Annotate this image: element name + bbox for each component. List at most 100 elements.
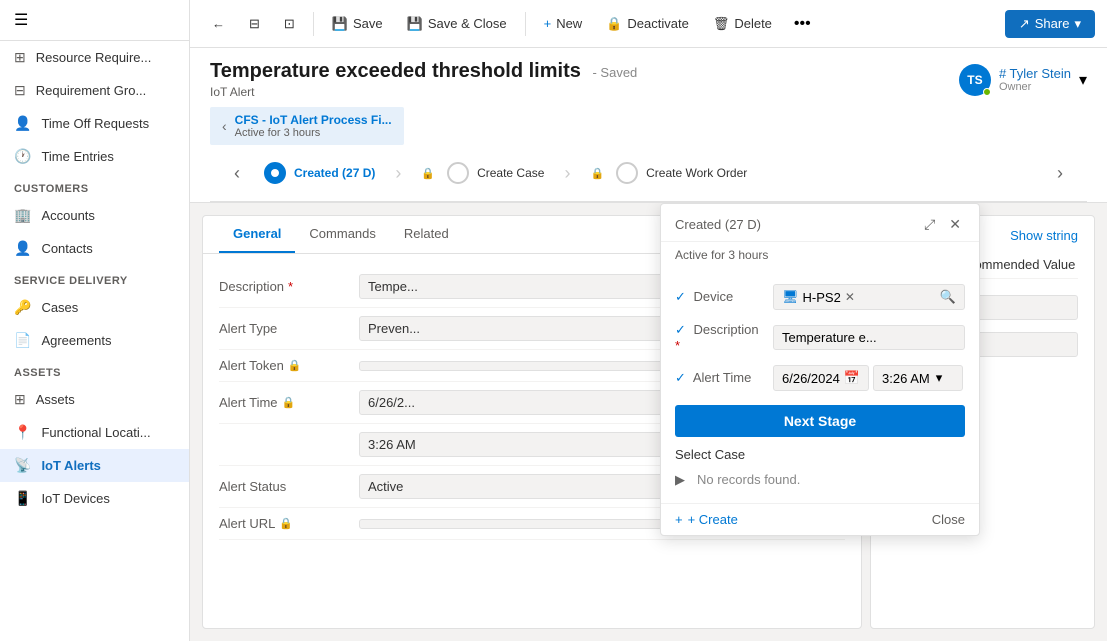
device-type-icon: 🖥	[782, 289, 799, 305]
hamburger-icon[interactable]: ☰	[14, 12, 28, 29]
popup-time-field[interactable]: 3:26 AM ▾	[873, 365, 963, 391]
popup-close-button[interactable]: ✕	[945, 214, 965, 235]
sidebar-item-iot-devices[interactable]: 📱 IoT Devices	[0, 482, 189, 515]
popup-close-footer-button[interactable]: Close	[932, 512, 965, 527]
next-stage-button[interactable]: Next Stage	[675, 405, 965, 437]
save-label: Save	[353, 16, 383, 31]
create-label: + Create	[688, 512, 738, 527]
tab-related[interactable]: Related	[390, 216, 463, 253]
create-button[interactable]: + + Create	[675, 512, 738, 527]
sidebar-item-label: IoT Devices	[41, 491, 109, 506]
description-label: Description *	[219, 279, 359, 294]
sidebar-item-agreements[interactable]: 📄 Agreements	[0, 324, 189, 357]
popup-footer: + + Create Close	[661, 503, 979, 535]
description-required: *	[288, 279, 293, 294]
page-header: Temperature exceeded threshold limits - …	[190, 48, 1107, 203]
stage-bar-inner: ‹ Created (27 D) › 🔒 Create Case › 🔒 Cre…	[210, 145, 1087, 201]
more-icon: •••	[794, 15, 811, 32]
saved-indicator: - Saved	[592, 65, 637, 80]
owner-info: # Tyler Stein Owner	[999, 66, 1071, 93]
assets-icon: ⊞	[14, 391, 26, 408]
device-label-text: Device	[694, 289, 734, 304]
sidebar-item-time-entries[interactable]: 🕐 Time Entries	[0, 140, 189, 173]
agreements-icon: 📄	[14, 332, 31, 349]
alerttoken-label-text: Alert Token	[219, 358, 284, 373]
back-button[interactable]: ←	[202, 11, 235, 36]
device-search-button[interactable]: 🔍	[940, 289, 956, 305]
new-button[interactable]: + New	[534, 11, 593, 36]
desc-check-icon: ✓	[675, 322, 686, 337]
stage-item-create-work-order[interactable]: 🔒 Create Work Order	[574, 162, 763, 184]
alerttime-popup-label-text: Alert Time	[693, 370, 752, 385]
main-area: ← ⊟ ⊡ 💾 Save 💾 Save & Close + New 🔒 Deac…	[190, 0, 1107, 641]
more-button[interactable]: •••	[786, 10, 819, 38]
desc-field-value[interactable]: Temperature e...	[773, 325, 965, 350]
toolbar-sep-1	[313, 12, 314, 36]
sidebar-item-label: Contacts	[41, 241, 92, 256]
popup-expand-button[interactable]: ⤢	[920, 214, 939, 235]
sidebar-item-iot-alerts[interactable]: 📡 IoT Alerts	[0, 449, 189, 482]
alerttime-label-text: Alert Time	[219, 395, 278, 410]
sidebar-item-time-off[interactable]: 👤 Time Off Requests	[0, 107, 189, 140]
timeoff-icon: 👤	[14, 115, 31, 132]
sidebar-header[interactable]: ☰	[0, 0, 189, 41]
arrow-indicator: ▶	[675, 472, 685, 488]
save-close-button[interactable]: 💾 Save & Close	[397, 11, 517, 37]
stage-next-button[interactable]: ›	[1049, 159, 1071, 188]
tab-commands[interactable]: Commands	[295, 216, 389, 253]
desc-required: *	[675, 338, 680, 353]
popup-actions: ⤢ ✕	[920, 214, 965, 235]
share-button[interactable]: ↗ Share ▾	[1005, 10, 1095, 38]
alerttime-check-icon: ✓	[675, 370, 686, 385]
stage-arrow-1: ›	[395, 163, 401, 184]
delete-label: Delete	[734, 16, 772, 31]
popup-date-field[interactable]: 6/26/2024 📅	[773, 365, 869, 391]
toolbar: ← ⊟ ⊡ 💾 Save 💾 Save & Close + New 🔒 Deac…	[190, 0, 1107, 48]
stage-item-created[interactable]: Created (27 D)	[248, 162, 391, 184]
contacts-icon: 👤	[14, 240, 31, 257]
delete-button[interactable]: 🗑 Delete	[703, 11, 782, 37]
alertstatus-label-text: Alert Status	[219, 479, 286, 494]
stage-circle-created	[264, 162, 286, 184]
deactivate-label: Deactivate	[627, 16, 688, 31]
functional-icon: 📍	[14, 424, 31, 441]
deactivate-button[interactable]: 🔒 Deactivate	[596, 11, 699, 37]
process-prev-btn[interactable]: ‹	[222, 118, 227, 134]
time-chevron-icon: ▾	[936, 370, 943, 386]
alerttime-popup-label: ✓ Alert Time	[675, 370, 765, 386]
stage-popup: Created (27 D) ⤢ ✕ Active for 3 hours ✓ …	[660, 203, 980, 536]
stage-circle-create-case	[447, 162, 469, 184]
owner-label: Owner	[999, 81, 1071, 93]
process-bar[interactable]: ‹ CFS - IoT Alert Process Fi... Active f…	[210, 107, 404, 145]
view-button[interactable]: ⊟	[239, 11, 270, 37]
sidebar-item-cases[interactable]: 🔑 Cases	[0, 291, 189, 324]
page-title-row: Temperature exceeded threshold limits - …	[210, 60, 1087, 99]
stage-prev-button[interactable]: ‹	[226, 159, 248, 188]
device-field-value[interactable]: 🖥 H-PS2 ✕ 🔍	[773, 284, 965, 310]
sidebar-item-contacts[interactable]: 👤 Contacts	[0, 232, 189, 265]
tab-general[interactable]: General	[219, 216, 295, 253]
sidebar-item-assets[interactable]: ⊞ Assets	[0, 383, 189, 416]
page-title: Temperature exceeded threshold limits	[210, 60, 581, 82]
sidebar-item-label: Requirement Gro...	[36, 83, 147, 98]
sidebar-item-resource-req[interactable]: ⊞ Resource Require...	[0, 41, 189, 74]
save-button[interactable]: 💾 Save	[322, 11, 393, 37]
popup-body: ✓ Device 🖥 H-PS2 ✕ 🔍 ✓ Description	[661, 268, 979, 503]
select-case-label: Select Case	[675, 443, 965, 466]
lock-icon-1: 🔒	[421, 167, 435, 180]
owner-chevron[interactable]: ▾	[1079, 70, 1087, 90]
section-assets: Assets	[0, 357, 189, 383]
new-window-button[interactable]: ⊡	[274, 11, 305, 37]
show-string-link[interactable]: Show string	[1010, 228, 1078, 243]
sidebar-item-functional-locati[interactable]: 📍 Functional Locati...	[0, 416, 189, 449]
device-tag-close[interactable]: ✕	[845, 290, 855, 304]
lock-icon-2: 🔒	[590, 167, 604, 180]
timeentries-icon: 🕐	[14, 148, 31, 165]
popup-row-desc: ✓ Description * Temperature e...	[675, 316, 965, 359]
sidebar-item-accounts[interactable]: 🏢 Accounts	[0, 199, 189, 232]
stage-item-create-case[interactable]: 🔒 Create Case	[405, 162, 560, 184]
sidebar-item-requirement-grp[interactable]: ⊟ Requirement Gro...	[0, 74, 189, 107]
alerturl-lock-icon: 🔒	[279, 517, 293, 530]
sidebar-item-label: Time Off Requests	[41, 116, 149, 131]
owner-name[interactable]: # Tyler Stein	[999, 66, 1071, 81]
